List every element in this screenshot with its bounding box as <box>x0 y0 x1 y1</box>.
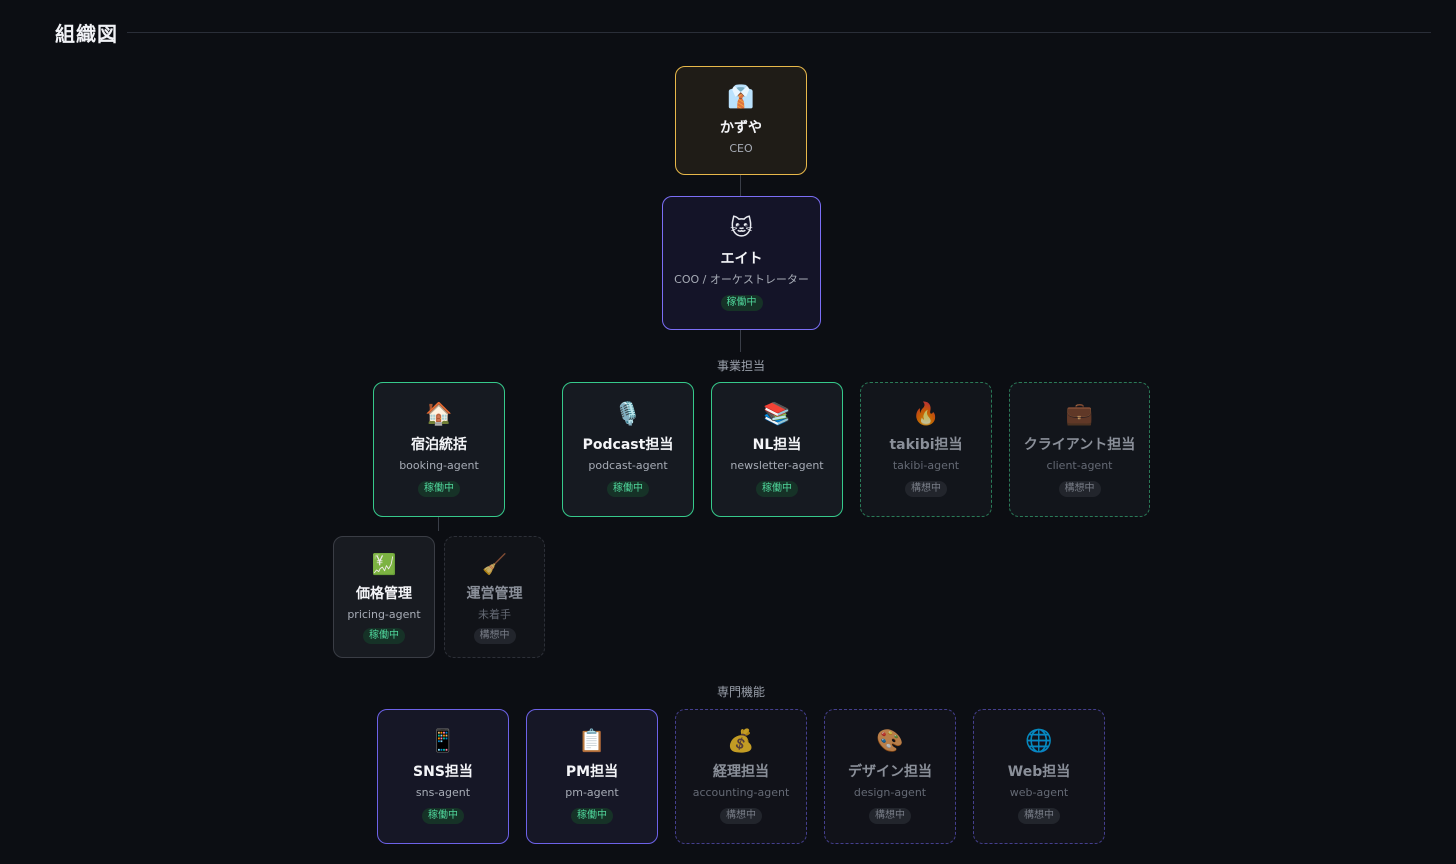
node-name: 経理担当 <box>713 764 769 780</box>
briefcase-icon: 💼 <box>1065 402 1094 427</box>
org-node-web[interactable]: 🌐 Web担当 web-agent 構想中 <box>973 709 1105 844</box>
org-node-ceo[interactable]: 👔 かずや CEO <box>675 66 807 175</box>
node-name: NL担当 <box>752 437 802 453</box>
necktie-icon: 👔 <box>727 85 755 110</box>
house-icon: 🏠 <box>425 402 453 427</box>
node-name: SNS担当 <box>413 764 473 780</box>
org-node-sns[interactable]: 📱 SNS担当 sns-agent 稼働中 <box>377 709 509 844</box>
node-role: pm-agent <box>565 786 619 799</box>
status-badge: 稼働中 <box>607 481 649 497</box>
status-badge: 構想中 <box>905 481 947 497</box>
node-name: 価格管理 <box>356 585 412 602</box>
node-role: newsletter-agent <box>730 459 824 472</box>
status-badge: 稼働中 <box>720 294 763 311</box>
node-role: COO / オーケストレーター <box>674 272 809 286</box>
status-badge: 構想中 <box>1018 808 1060 824</box>
node-role: pricing-agent <box>347 607 421 621</box>
node-role: web-agent <box>1009 786 1069 799</box>
node-name: クライアント担当 <box>1023 437 1136 453</box>
org-node-design[interactable]: 🎨 デザイン担当 design-agent 構想中 <box>824 709 956 844</box>
node-role: CEO <box>729 142 753 155</box>
broom-icon: 🧹 <box>482 551 507 576</box>
node-role: design-agent <box>853 786 927 799</box>
connector-booking-sub <box>438 517 439 531</box>
org-node-accounting[interactable]: 💰 経理担当 accounting-agent 構想中 <box>675 709 807 844</box>
org-node-takibi[interactable]: 🔥 takibi担当 takibi-agent 構想中 <box>860 382 992 517</box>
node-name: かずや <box>720 120 762 136</box>
org-node-pricing[interactable]: 💹 価格管理 pricing-agent 稼働中 <box>333 536 435 658</box>
node-name: 宿泊統括 <box>411 437 467 453</box>
section-label-business: 事業担当 <box>716 359 766 373</box>
org-node-booking[interactable]: 🏠 宿泊統括 booking-agent 稼働中 <box>373 382 505 517</box>
section-label-specialist: 専門機能 <box>716 685 766 699</box>
palette-icon: 🎨 <box>876 729 904 754</box>
title-divider <box>127 32 1431 33</box>
node-name: 運営管理 <box>466 585 523 602</box>
node-role: accounting-agent <box>692 786 790 799</box>
org-node-operations[interactable]: 🧹 運営管理 未着手 構想中 <box>444 536 545 658</box>
clipboard-icon: 📋 <box>578 729 606 754</box>
fire-icon: 🔥 <box>912 402 940 427</box>
chart-yen-icon: 💹 <box>371 551 397 576</box>
mobile-phone-icon: 📱 <box>429 729 457 754</box>
status-badge: 稼働中 <box>422 808 464 824</box>
books-icon: 📚 <box>763 402 791 427</box>
cat-icon: 🐱 <box>730 215 753 241</box>
node-name: PM担当 <box>565 764 619 780</box>
node-name: Podcast担当 <box>582 437 674 453</box>
connector-coo-business <box>740 330 741 352</box>
status-badge: 稼働中 <box>418 481 460 497</box>
org-node-pm[interactable]: 📋 PM担当 pm-agent 稼働中 <box>526 709 658 844</box>
node-name: takibi担当 <box>889 437 963 453</box>
node-role: takibi-agent <box>892 459 960 472</box>
money-bag-icon: 💰 <box>727 729 755 754</box>
status-badge: 稼働中 <box>363 627 405 644</box>
status-badge: 稼働中 <box>756 481 798 497</box>
node-role: client-agent <box>1046 459 1113 472</box>
node-role: 未着手 <box>478 607 511 621</box>
org-node-client[interactable]: 💼 クライアント担当 client-agent 構想中 <box>1009 382 1150 517</box>
status-badge: 構想中 <box>720 808 762 824</box>
status-badge: 稼働中 <box>571 808 613 824</box>
node-role: booking-agent <box>399 459 479 472</box>
globe-icon: 🌐 <box>1025 729 1053 754</box>
status-badge: 構想中 <box>473 627 516 644</box>
node-role: sns-agent <box>415 786 471 799</box>
status-badge: 構想中 <box>1058 481 1101 497</box>
node-name: エイト <box>720 250 763 267</box>
node-name: Web担当 <box>1007 764 1071 780</box>
org-node-coo[interactable]: 🐱 エイト COO / オーケストレーター 稼働中 <box>662 196 821 330</box>
connector-ceo-coo <box>740 175 741 196</box>
microphone-icon: 🎙️ <box>614 402 642 427</box>
org-node-podcast[interactable]: 🎙️ Podcast担当 podcast-agent 稼働中 <box>562 382 694 517</box>
status-badge: 構想中 <box>869 808 911 824</box>
node-name: デザイン担当 <box>848 764 932 780</box>
page-title: 組織図 <box>55 22 118 46</box>
node-role: podcast-agent <box>588 459 668 472</box>
org-node-newsletter[interactable]: 📚 NL担当 newsletter-agent 稼働中 <box>711 382 843 517</box>
